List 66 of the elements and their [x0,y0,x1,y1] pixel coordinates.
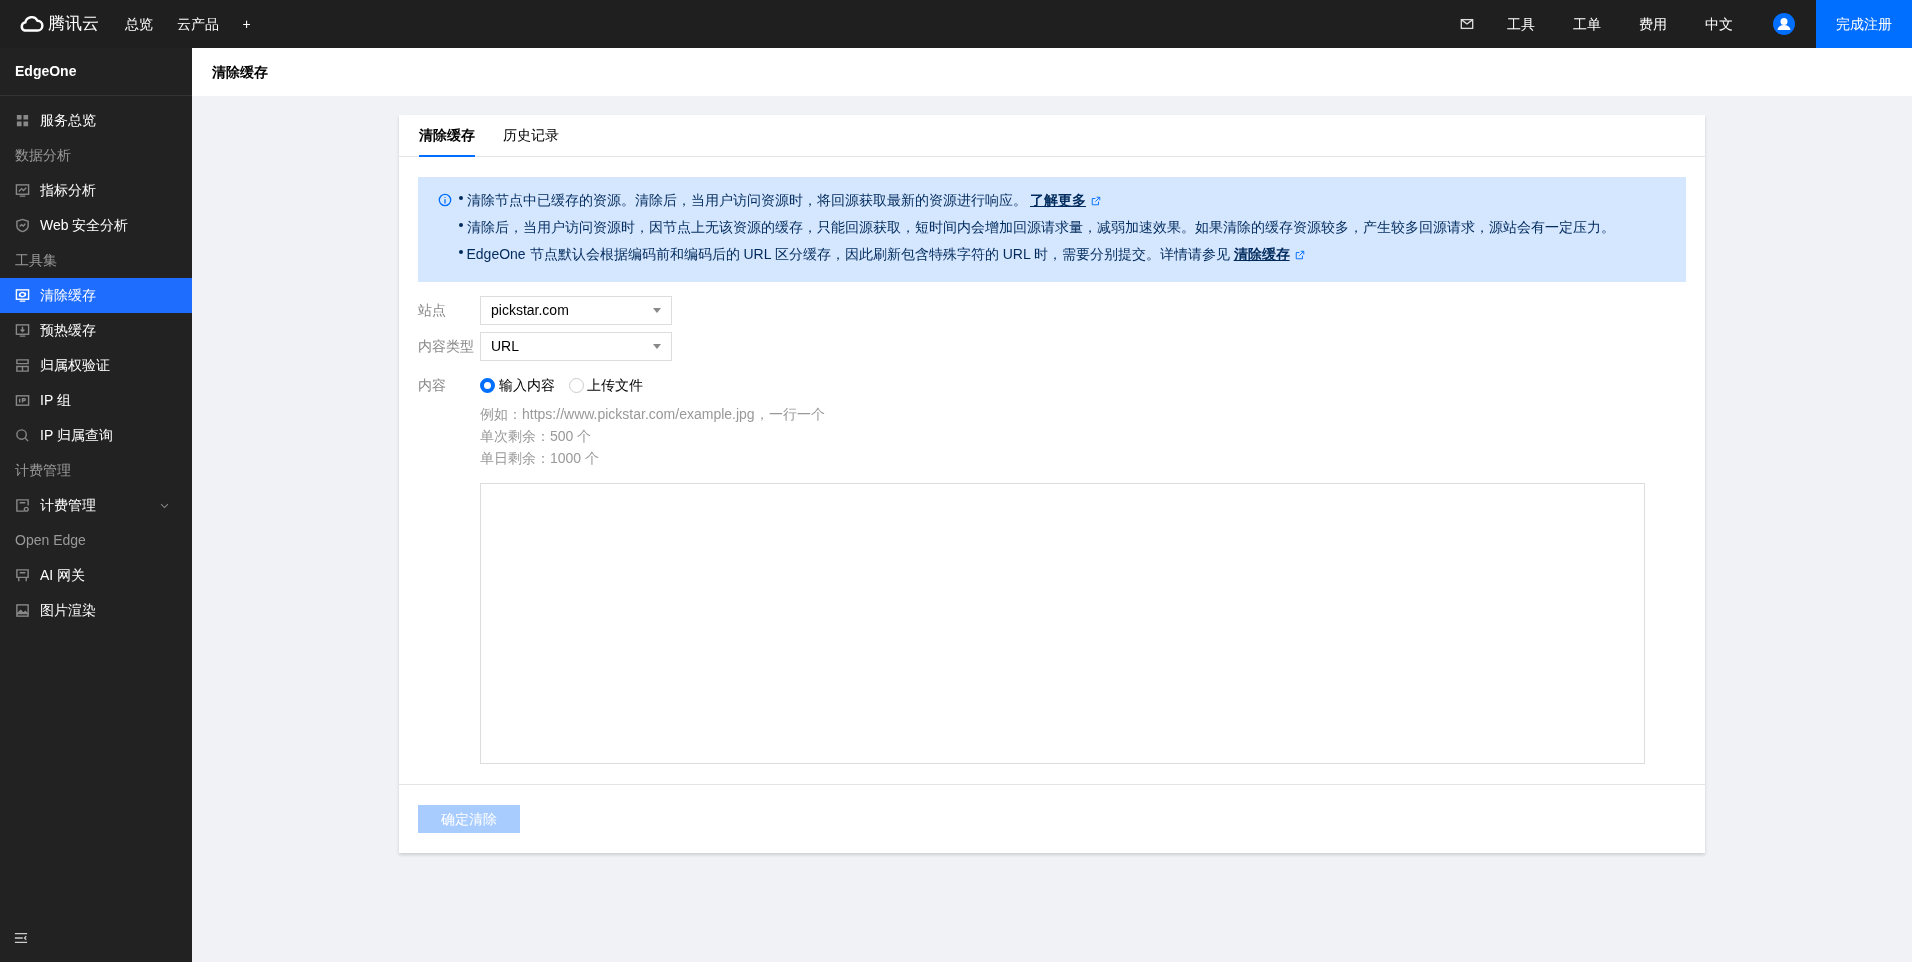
hint-text: 单日剩余：1000 个 [480,449,601,468]
menu-item-icon [15,568,30,583]
external-link-icon [1091,196,1101,207]
menu-item-icon [15,358,30,373]
help-link[interactable]: 了解更多 [1030,192,1086,208]
page-title: 清除缓存 [212,62,268,82]
notice-text: 清除后，当用户访问资源时，因节点上无该资源的缓存，只能回源获取，短时间内会增加回源请求量，减弱加速效果。如果清除的缓存资源较多，产生较多回源请求，源站会有一定压力。 [466,218,1615,237]
tab[interactable]: 历史记录 [503,115,559,157]
sidebar-item[interactable]: 清除缓存 [0,278,192,313]
sidebar-item[interactable]: 归属权验证 [0,348,192,383]
nav-link[interactable]: 工具 [1488,13,1554,35]
radio-option[interactable]: 输入内容 [480,375,555,396]
register-button[interactable]: 完成注册 [1816,0,1912,48]
external-link-icon [1294,250,1305,261]
bullet-dot [459,223,463,227]
sidebar-item[interactable]: 指标分析 [0,173,192,208]
select-field[interactable]: pickstar.com [480,296,672,325]
field-label: 内容 [417,376,447,395]
sidebar-item[interactable]: 图片渲染 [0,593,192,628]
menu-item-icon [15,288,30,303]
logo-text: 腾讯云 [47,13,99,36]
content-input[interactable] [480,483,1645,764]
nav-link[interactable]: 费用 [1620,13,1686,35]
select-field[interactable]: URL [480,332,672,361]
menu-item-icon [15,323,30,338]
mail-icon [1460,17,1474,31]
menu-item-icon [15,113,30,128]
nav-link[interactable]: 云产品 [164,13,231,35]
info-icon [438,193,452,207]
section-heading: 工具集 [14,251,58,270]
hint-text: 单次剩余：500 个 [480,427,593,446]
tab[interactable]: 清除缓存 [419,115,475,157]
sidebar-item[interactable]: IP 组 [0,383,192,418]
menu-item-icon [15,218,30,233]
section-heading: 数据分析 [14,146,72,165]
notice-text: EdgeOne 节点默认会根据编码前和编码后的 URL 区分缓存，因此刷新包含特殊字符的 URL 时，需要分别提交。详情请参见 清除缓存 [466,243,1305,266]
menu-item-icon [15,428,30,443]
section-heading: 计费管理 [14,461,72,480]
notice-text: 清除节点中已缓存的资源。清除后，当用户访问资源时，将回源获取最新的资源进行响应。 了解更多 [466,189,1101,212]
sidebar-item[interactable]: 计费管理 [0,488,192,523]
menu-item-icon [15,603,30,618]
avatar-icon[interactable] [1773,13,1795,35]
caret-icon [653,308,661,313]
nav-link[interactable]: 中文 [1686,13,1752,35]
nav-link[interactable]: + [230,13,263,35]
sidebar-item[interactable]: AI 网关 [0,558,192,593]
bullet-dot [459,196,463,200]
help-link[interactable]: 清除缓存 [1233,246,1290,262]
menu-item-icon [15,498,30,513]
sidebar-item[interactable]: IP 归属查询 [0,418,192,453]
sidebar-item[interactable]: Web 安全分析 [0,208,192,243]
section-heading: Open Edge [14,531,87,550]
caret-icon [653,344,661,349]
field-label: 内容类型 [417,337,475,356]
sidebar-item[interactable]: 预热缓存 [0,313,192,348]
bullet-dot [459,250,463,254]
sidebar-item[interactable]: 服务总览 [0,103,192,138]
nav-link[interactable]: 总览 [112,13,165,35]
nav-link[interactable]: 工单 [1554,13,1620,35]
collapse-menu-icon [14,931,28,946]
menu-item-icon [15,183,30,198]
menu-item-icon [15,393,30,408]
radio-option[interactable]: 上传文件 [568,375,643,396]
field-label: 站点 [417,301,447,320]
hint-text: 例如：https://www.pickstar.com/example.jpg，一行一个 [480,405,826,424]
product-title: EdgeOne [15,62,77,81]
